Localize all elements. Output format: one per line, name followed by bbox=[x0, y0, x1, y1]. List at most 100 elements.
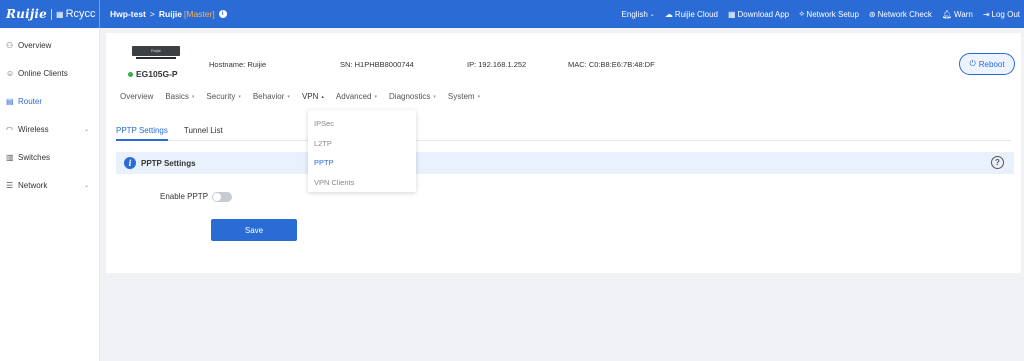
chevron-down-icon: ⌄ bbox=[83, 126, 89, 133]
network-setup-link[interactable]: ⟡ Network Setup bbox=[799, 9, 859, 19]
subtab-pptp-settings[interactable]: PPTP Settings bbox=[116, 123, 168, 141]
sidebar-item-label: Router bbox=[18, 96, 43, 106]
save-button[interactable]: Save bbox=[211, 219, 297, 241]
sidebar-item-label: Overview bbox=[18, 40, 52, 50]
mac-label: MAC: bbox=[568, 60, 587, 69]
ruijie-cloud-label: Ruijie Cloud bbox=[674, 9, 718, 19]
cloud-icon: ☁ bbox=[664, 9, 673, 19]
menu-item-vpn-clients[interactable]: VPN Clients bbox=[308, 173, 416, 193]
wireless-icon: ◠ bbox=[6, 124, 13, 134]
sidebar-item-label: Network bbox=[18, 180, 48, 190]
ruijie-cloud-link[interactable]: ☁ Ruijie Cloud bbox=[665, 10, 718, 19]
device-info-row: Ruijie EG105G-P Hostname: Ruijie SN: H1P… bbox=[106, 33, 1021, 85]
top-bar: Ruijie ▦ Rcycc Hwp-test > Ruijie [Master… bbox=[0, 0, 1024, 28]
sidebar-item-label: Online Clients bbox=[18, 68, 68, 78]
chevron-down-icon: ▾ bbox=[287, 93, 290, 100]
breadcrumb-device[interactable]: Ruijie bbox=[159, 9, 182, 19]
switch-icon: ▥ bbox=[6, 152, 14, 162]
sidebar-item-overview[interactable]: ⚇ Overview bbox=[0, 31, 99, 59]
bell-icon: 🔔︎ bbox=[941, 9, 952, 19]
logout-icon: ⇥ bbox=[982, 9, 990, 19]
tab-label: Basics bbox=[165, 92, 189, 101]
tab-label: VPN bbox=[301, 92, 319, 101]
qr-code-icon: ▦ bbox=[727, 9, 736, 19]
sidebar-item-switches[interactable]: ▥ Switches bbox=[0, 143, 99, 171]
router-icon: ▤ bbox=[6, 96, 14, 106]
hostname-label: Hostname: bbox=[209, 60, 246, 69]
download-app-label: Download App bbox=[737, 9, 790, 19]
breadcrumb-project[interactable]: Hwp-test bbox=[110, 9, 146, 19]
reyee-logo: Rcycc bbox=[65, 8, 96, 20]
vpn-dropdown-menu: IPSec L2TP PPTP VPN Clients bbox=[308, 110, 416, 192]
ip-info: IP: 192.168.1.252 bbox=[467, 60, 526, 69]
sn-label: SN: bbox=[340, 60, 353, 69]
subtab-tunnel-list[interactable]: Tunnel List bbox=[184, 123, 223, 140]
network-check-label: Network Check bbox=[877, 9, 932, 19]
network-icon: ☰ bbox=[6, 180, 14, 190]
chevron-down-icon: ▾ bbox=[433, 93, 436, 100]
device-model: EG105G-P bbox=[128, 69, 178, 79]
reyee-mark-icon: ▦ bbox=[56, 9, 64, 19]
menu-item-ipsec[interactable]: IPSec bbox=[308, 114, 416, 134]
menu-item-pptp[interactable]: PPTP bbox=[308, 153, 416, 173]
help-icon[interactable]: ? bbox=[991, 156, 1004, 169]
online-status-icon bbox=[128, 71, 133, 77]
tab-overview[interactable]: Overview bbox=[120, 92, 153, 101]
tab-system[interactable]: System ▾ bbox=[448, 92, 480, 101]
tab-basics[interactable]: Basics ▾ bbox=[165, 92, 194, 101]
chevron-down-icon: ▾ bbox=[374, 93, 378, 100]
tab-advanced[interactable]: Advanced ▾ bbox=[336, 92, 377, 101]
section-title: PPTP Settings bbox=[141, 158, 196, 168]
tab-label: Diagnostics bbox=[389, 92, 431, 101]
device-badge: Ruijie bbox=[150, 48, 161, 53]
power-icon: ⏻ bbox=[969, 59, 976, 68]
tab-vpn[interactable]: VPN ▴ bbox=[302, 92, 324, 101]
tab-label: Security bbox=[206, 92, 236, 101]
sidebar-item-router[interactable]: ▤ Router bbox=[0, 87, 99, 115]
chevron-down-icon: ▾ bbox=[238, 93, 241, 100]
device-model-label: EG105G-P bbox=[136, 69, 178, 79]
section-header: i PPTP Settings ? bbox=[116, 152, 1014, 174]
menu-item-l2tp[interactable]: L2TP bbox=[308, 134, 416, 154]
warn-label: Warn bbox=[954, 9, 973, 19]
info-icon: i bbox=[124, 157, 136, 169]
ip-label: IP: bbox=[467, 60, 477, 69]
tab-diagnostics[interactable]: Diagnostics ▾ bbox=[389, 92, 436, 101]
mac-value: C0:B8:E6:7B:48:DF bbox=[588, 60, 655, 69]
clients-icon: ☺ bbox=[6, 68, 15, 78]
sidebar-item-label: Wireless bbox=[18, 124, 49, 134]
chevron-down-icon: ⌄ bbox=[83, 182, 89, 189]
language-label: English bbox=[621, 9, 648, 19]
main-card: Ruijie EG105G-P Hostname: Ruijie SN: H1P… bbox=[106, 33, 1021, 273]
enable-pptp-toggle[interactable] bbox=[212, 192, 232, 202]
brand-logo[interactable]: Ruijie ▦ Rcycc bbox=[0, 0, 100, 28]
chevron-down-icon: ▾ bbox=[191, 93, 195, 100]
sidebar-item-network[interactable]: ☰ Network ⌄ bbox=[0, 171, 99, 199]
info-icon[interactable]: i bbox=[218, 10, 227, 18]
reboot-button[interactable]: ⏻ Reboot bbox=[959, 53, 1015, 75]
logout-label: Log Out bbox=[991, 9, 1020, 19]
chevron-up-icon: ▴ bbox=[321, 93, 324, 100]
device-image: Ruijie bbox=[132, 46, 180, 59]
sidebar: ⚇ Overview ☺ Online Clients ▤ Router ◠ W… bbox=[0, 28, 100, 361]
ruijie-logo: Ruijie bbox=[6, 7, 47, 21]
main-nav: Overview Basics ▾ Security ▾ Behavior ▾ VPN… bbox=[120, 92, 492, 101]
warn-link[interactable]: 🔔︎ Warn bbox=[942, 10, 973, 19]
top-nav: English ⌄ ☁ Ruijie Cloud ▦ Download App … bbox=[622, 0, 1020, 28]
tab-behavior[interactable]: Behavior ▾ bbox=[253, 92, 290, 101]
reboot-label: Reboot bbox=[978, 59, 1005, 69]
sn-info: SN: H1PHBB8000744 bbox=[340, 60, 414, 69]
logout-link[interactable]: ⇥ Log Out bbox=[983, 10, 1020, 19]
tab-label: Behavior bbox=[252, 92, 285, 101]
download-app-link[interactable]: ▦ Download App bbox=[728, 10, 789, 19]
sn-value: H1PHBB8000744 bbox=[354, 60, 414, 69]
breadcrumb-arrow-icon: > bbox=[149, 9, 155, 19]
sidebar-item-wireless[interactable]: ◠ Wireless ⌄ bbox=[0, 115, 99, 143]
network-check-link[interactable]: ⊛ Network Check bbox=[869, 10, 932, 19]
language-select[interactable]: English ⌄ bbox=[622, 10, 655, 19]
tab-security[interactable]: Security ▾ bbox=[206, 92, 240, 101]
hostname-value: Ruijie bbox=[247, 60, 267, 69]
sidebar-item-online-clients[interactable]: ☺ Online Clients bbox=[0, 59, 99, 87]
setup-icon: ⟡ bbox=[799, 9, 805, 18]
master-badge: [Master] bbox=[184, 9, 215, 19]
